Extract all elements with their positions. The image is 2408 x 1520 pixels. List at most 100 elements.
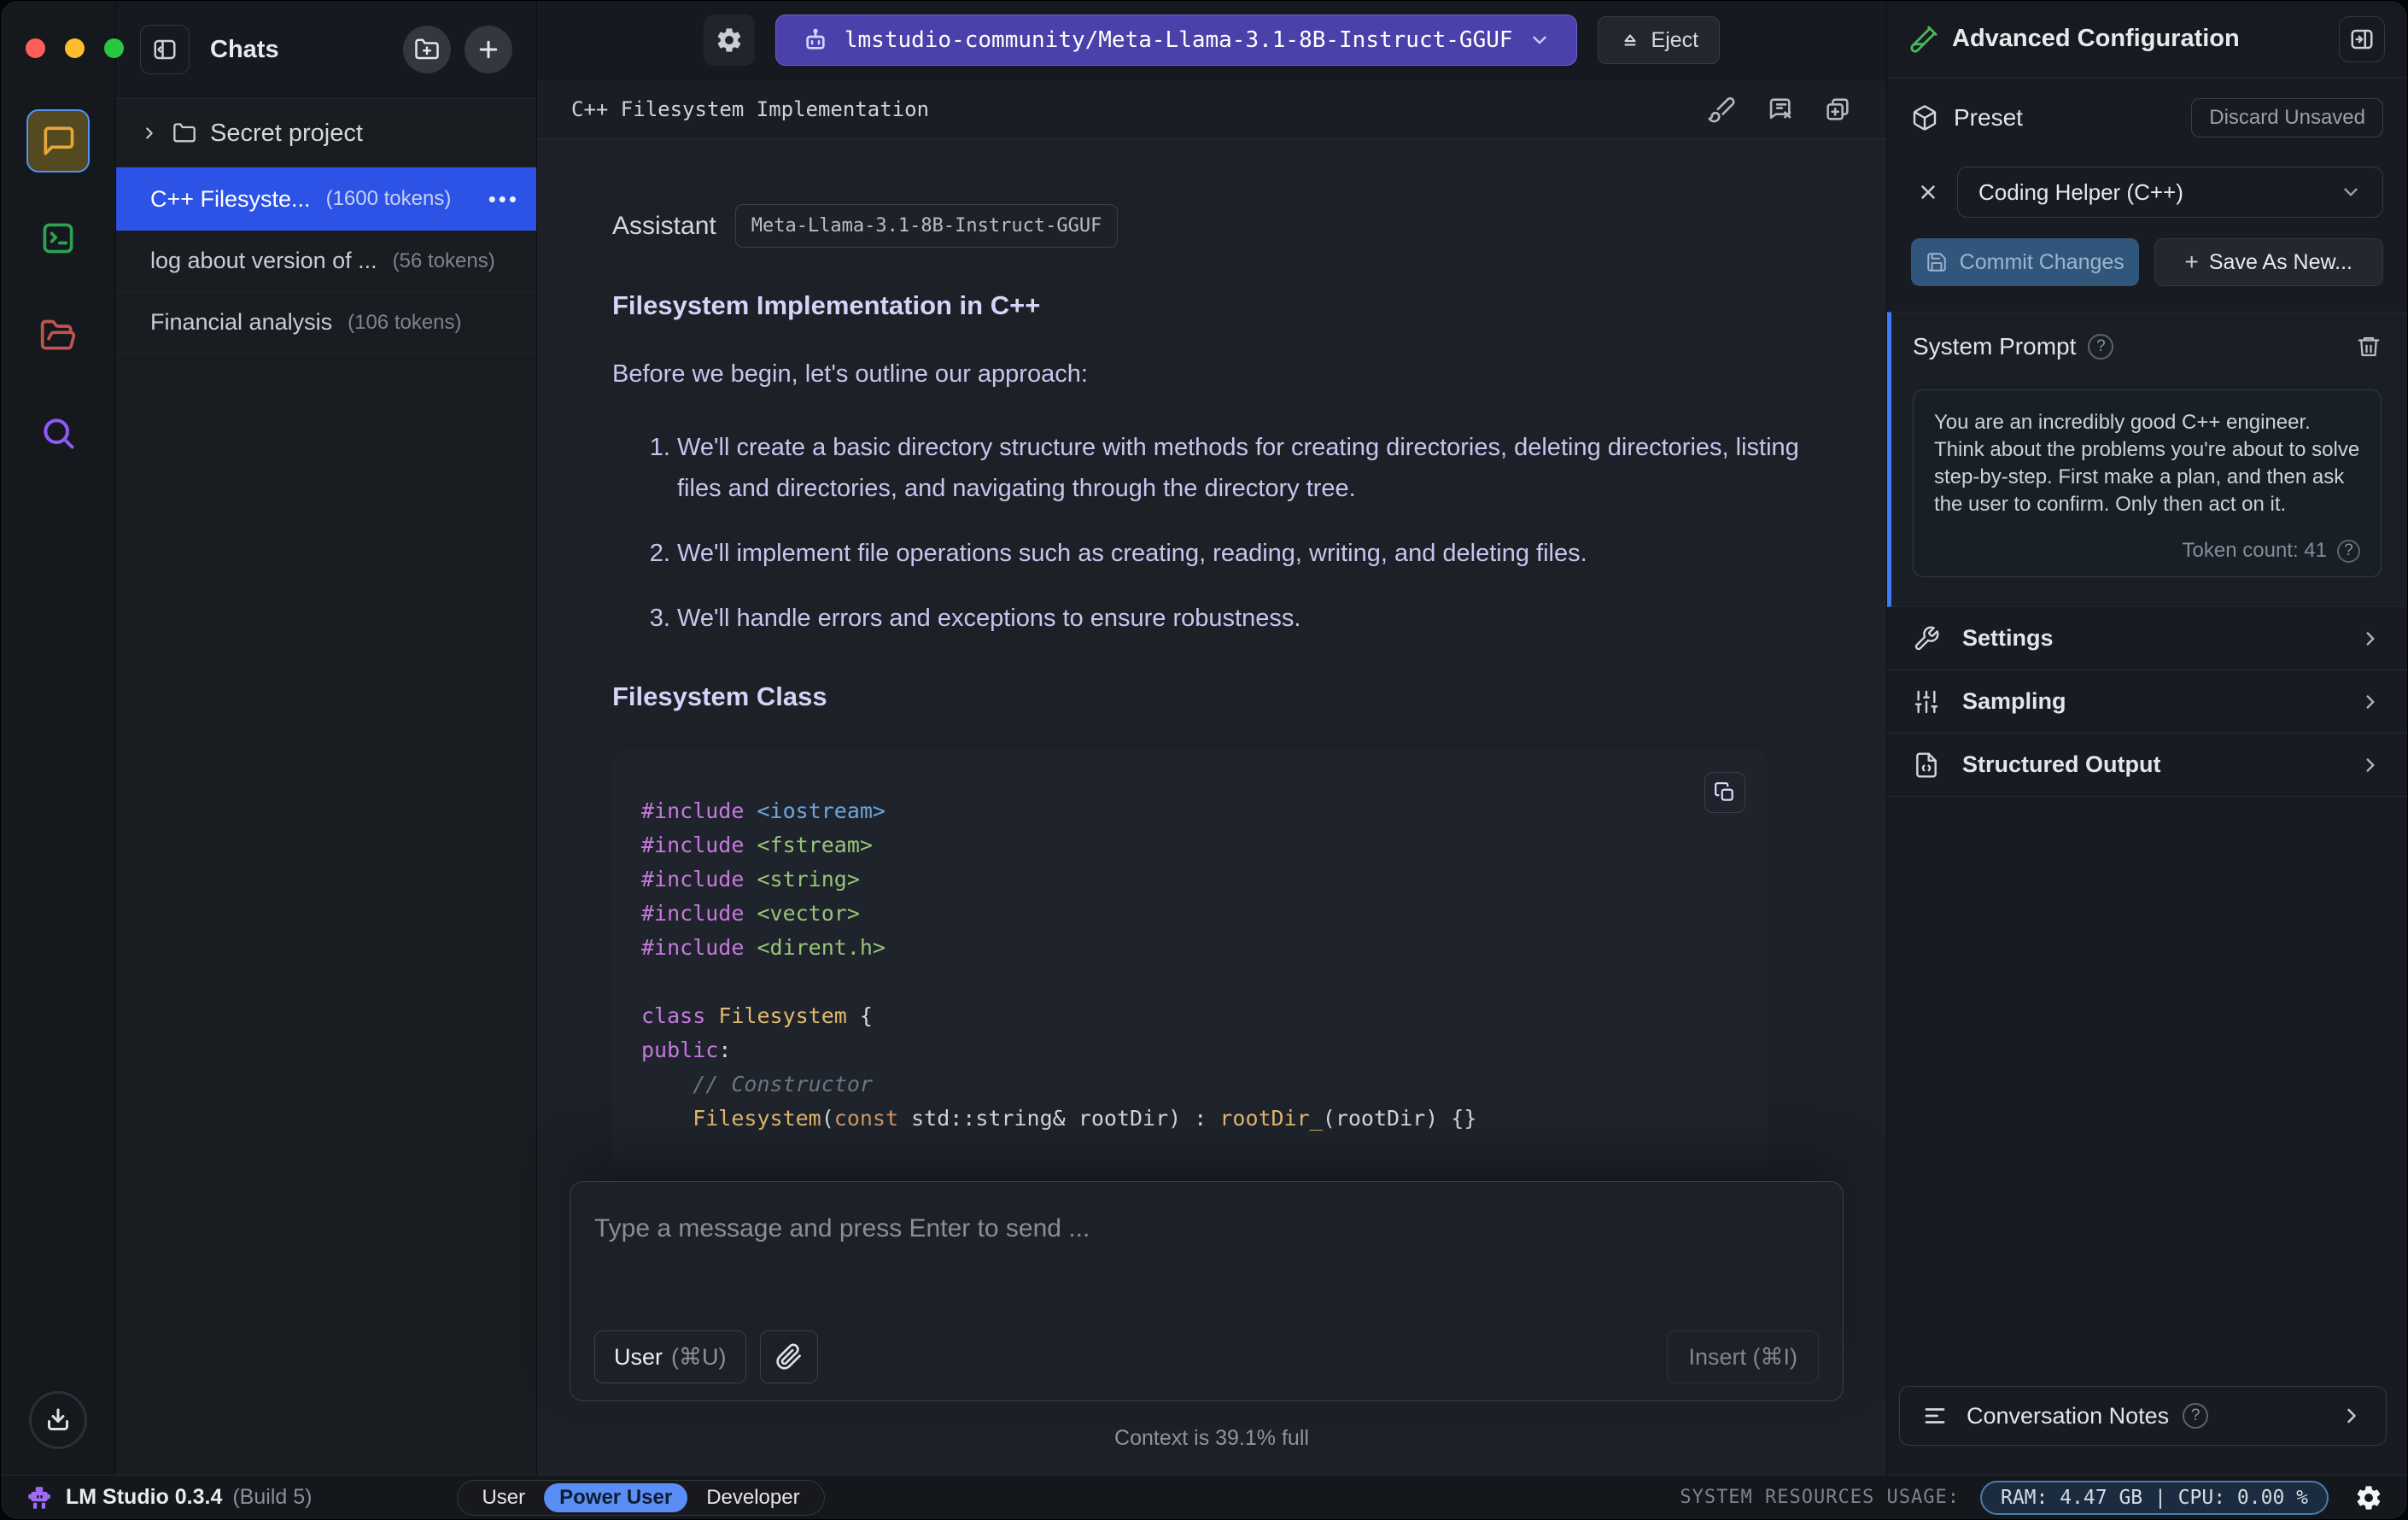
chevron-right-icon [2340,1404,2364,1428]
mode-power-user[interactable]: Power User [544,1482,688,1512]
model-topbar: lmstudio-community/Meta-Llama-3.1-8B-Ins… [537,1,1886,79]
message-input[interactable]: Type a message and press Enter to send .… [594,1214,1819,1330]
model-settings-button[interactable] [703,15,755,66]
chat-list-item[interactable]: log about version of ... (56 tokens) [116,231,536,292]
assistant-model-badge: Meta-Llama-3.1-8B-Instruct-GGUF [734,204,1119,248]
traffic-lights [1,38,124,58]
test-tube-icon [1909,25,1938,54]
copy-icon [1715,782,1733,802]
nav-chat-icon[interactable] [26,109,90,172]
main-chat-column: lmstudio-community/Meta-Llama-3.1-8B-Ins… [537,1,1886,1475]
sidebar-collapse-button[interactable] [140,25,190,74]
gear-icon [717,28,741,52]
insert-message-button[interactable]: Insert (⌘I) [1667,1330,1819,1383]
role-selector-button[interactable]: User (⌘U) [594,1330,746,1383]
chat-scroll-area[interactable]: Assistant Meta-Llama-3.1-8B-Instruct-GGU… [537,139,1886,1169]
chevron-right-icon [146,127,153,139]
close-window-button[interactable] [26,38,45,58]
save-as-new-button[interactable]: + Save As New... [2154,238,2383,286]
preset-section: Preset Discard Unsaved Coding Helper (C+… [1887,78,2407,312]
nav-discover-search-icon[interactable] [26,401,90,465]
preset-dropdown[interactable]: Coding Helper (C++) [1957,167,2383,218]
chevron-right-icon [2359,691,2382,713]
section-structured-output[interactable]: Structured Output [1887,734,2407,797]
panel-title: Advanced Configuration [1952,25,2240,52]
chat-title: log about version of ... [150,248,377,273]
mode-user[interactable]: User [466,1483,541,1512]
status-bar: LM Studio 0.3.4 (Build 5) User Power Use… [1,1475,2407,1519]
chat-options-ellipsis-icon[interactable]: ••• [488,186,519,213]
app-version: LM Studio 0.3.4 [66,1485,223,1509]
section-sampling[interactable]: Sampling [1887,670,2407,734]
download-icon [48,1408,68,1430]
brush-icon[interactable] [1707,95,1736,124]
code-content: #include <iostream> #include <fstream> #in… [641,798,1477,1131]
discard-unsaved-button[interactable]: Discard Unsaved [2191,98,2383,137]
mode-developer[interactable]: Developer [691,1483,815,1512]
panel-collapse-button[interactable] [2339,15,2385,62]
loaded-model-selector[interactable]: lmstudio-community/Meta-Llama-3.1-8B-Ins… [774,15,1577,66]
folder-name: Secret project [210,119,363,147]
assistant-label: Assistant [612,211,716,240]
duplicate-chat-icon[interactable] [1823,95,1852,124]
chat-token-count: (56 tokens) [392,248,495,272]
context-usage-status: Context is 39.1% full [1114,1426,1309,1450]
message-heading-2: Filesystem Class [612,681,827,712]
chat-list-item[interactable]: Financial analysis (106 tokens) [116,292,536,354]
section-settings[interactable]: Settings [1887,607,2407,670]
chat-list-item-selected[interactable]: C++ Filesyste... (1600 tokens) ••• [116,167,536,231]
user-mode-segmented-control: User Power User Developer [457,1479,825,1516]
chevron-down-icon [1528,29,1551,51]
assistant-message: Filesystem Implementation in C++ Before … [612,290,1844,1169]
commit-changes-button[interactable]: Commit Changes [1911,238,2139,286]
resources-usage-label: SYSTEM RESOURCES USAGE: [1680,1487,1960,1508]
chats-sidebar: Chats Secret project C++ Filesyste... (1… [116,1,537,1475]
model-robot-icon [802,26,829,54]
notes-lines-icon [1922,1403,1948,1429]
system-prompt-text: You are an incredibly good C++ engineer.… [1934,411,2360,516]
downloads-button[interactable] [29,1391,87,1449]
copy-code-button[interactable] [1704,772,1745,814]
chat-token-count: (1600 tokens) [325,187,452,210]
package-icon [1911,104,1938,132]
zoom-window-button[interactable] [104,38,124,58]
advanced-configuration-panel: Advanced Configuration Preset Discard Un… [1886,1,2407,1475]
message-ordered-list: We'll create a basic directory structure… [612,428,1844,639]
conversation-notes-button[interactable]: Conversation Notes ? [1899,1386,2387,1446]
system-prompt-section: System Prompt ? You are an incredibly go… [1887,312,2407,607]
token-count: Token count: 41 [2182,539,2327,562]
system-prompt-textarea[interactable]: You are an incredibly good C++ engineer.… [1913,389,2382,577]
clear-preset-button[interactable] [1911,175,1945,209]
nav-my-models-folder-icon[interactable] [26,304,90,367]
resources-usage-value[interactable]: RAM: 4.47 GB | CPU: 0.00 % [1979,1480,2329,1515]
minimize-window-button[interactable] [65,38,85,58]
model-name: lmstudio-community/Meta-Llama-3.1-8B-Ins… [844,27,1513,53]
code-block: #include <iostream> #include <fstream> #in… [612,750,1768,1169]
app-build: (Build 5) [232,1485,313,1509]
list-item: We'll create a basic directory structure… [677,428,1844,510]
eject-icon [1624,34,1636,46]
folder-plus-icon [415,38,439,60]
message-heading-1: Filesystem Implementation in C++ [612,290,1041,320]
help-icon[interactable]: ? [2183,1403,2209,1429]
message-composer: Type a message and press Enter to send .… [570,1181,1844,1401]
nav-developer-terminal-icon[interactable] [26,207,90,270]
new-folder-button[interactable] [403,26,451,73]
help-icon[interactable]: ? [2337,539,2360,563]
trash-icon [2358,336,2380,357]
clear-conversation-icon[interactable] [1765,95,1794,124]
settings-gear-icon[interactable] [2354,1483,2383,1512]
panel-right-icon [2351,29,2373,49]
system-prompt-label: System Prompt [1913,333,2077,360]
preset-label: Preset [1954,104,2023,131]
eject-model-button[interactable]: Eject [1597,16,1721,64]
chat-body: Assistant Meta-Llama-3.1-8B-Instruct-GGU… [537,139,1886,1475]
paperclip-icon [775,1343,801,1370]
chat-titlebar: C++ Filesystem Implementation [537,79,1886,139]
attach-file-button[interactable] [759,1330,818,1383]
help-icon[interactable]: ? [2088,334,2114,360]
chat-folder-secret-project[interactable]: Secret project [116,99,536,167]
new-chat-button[interactable] [465,26,512,73]
delete-prompt-button[interactable] [2356,334,2382,360]
lm-studio-logo-icon [25,1483,54,1512]
